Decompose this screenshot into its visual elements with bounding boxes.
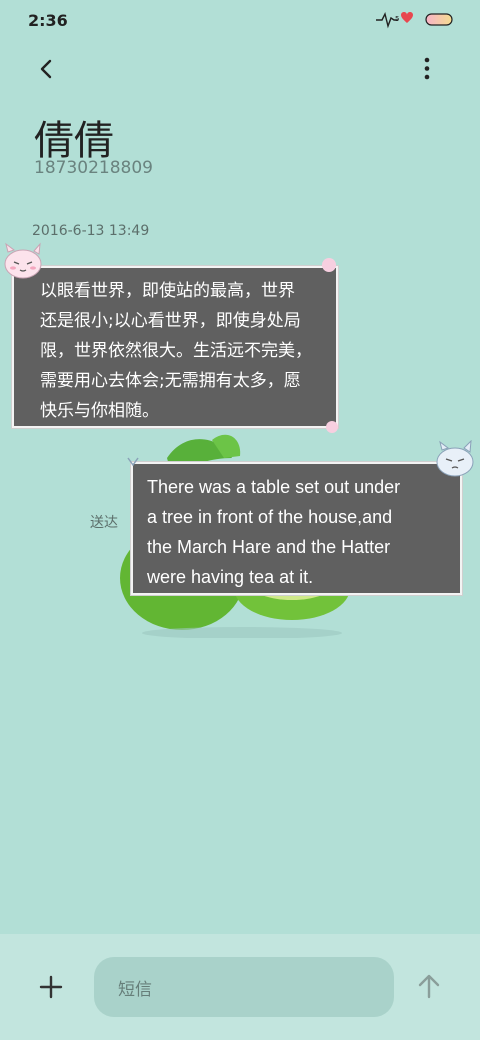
signal-label: 5: [395, 15, 399, 23]
message-timestamp: 2016-6-13 13:49: [32, 223, 150, 239]
message-sent-status: 送达: [90, 515, 118, 531]
message-line: There was a table set out under: [147, 477, 401, 497]
sms-input[interactable]: 短信: [94, 957, 394, 1017]
outgoing-message-bubble[interactable]: There was a table set out under a tree i…: [131, 462, 462, 595]
sticker-corner-icon: [127, 457, 139, 467]
more-vertical-icon: [424, 57, 430, 80]
sticker-dot: [326, 421, 338, 433]
add-icon: [39, 975, 63, 999]
more-options-button[interactable]: [410, 52, 444, 86]
battery-icon: [425, 13, 453, 26]
message-line: were having tea at it.: [147, 567, 314, 587]
add-attachment-button[interactable]: [34, 970, 68, 1004]
incoming-message-bubble[interactable]: 以眼看世界，即使站的最高，世界 还是很小;以心看世界，即使身处局 限，世界依然很…: [12, 266, 338, 428]
send-button[interactable]: [412, 970, 446, 1004]
message-line: the March Hare and the Hatter: [147, 537, 391, 557]
cute-face-icon: [4, 242, 42, 279]
send-arrow-icon: [418, 974, 440, 999]
status-bar: 2:36 5: [0, 0, 480, 40]
sms-input-placeholder: 短信: [118, 979, 152, 1000]
back-button[interactable]: [30, 52, 64, 86]
contact-phone: 18730218809: [34, 158, 153, 178]
cute-face-icon: [436, 440, 474, 477]
message-line: 以眼看世界，即使站的最高，世界: [40, 281, 295, 301]
message-line: a tree in front of the house,and: [147, 507, 393, 527]
status-icons: 5: [376, 11, 453, 29]
message-line: 快乐与你相随。: [40, 401, 159, 421]
status-time: 2:36: [28, 11, 68, 30]
message-line: 限，世界依然很大。生活远不完美，: [40, 341, 312, 361]
message-line: 还是很小;以心看世界，即使身处局: [40, 311, 301, 331]
sticker-dot: [322, 258, 336, 272]
message-line: 需要用心去体会;无需拥有太多，愿: [40, 371, 301, 391]
heart-icon: [401, 12, 413, 23]
back-arrow-icon: [40, 59, 52, 79]
